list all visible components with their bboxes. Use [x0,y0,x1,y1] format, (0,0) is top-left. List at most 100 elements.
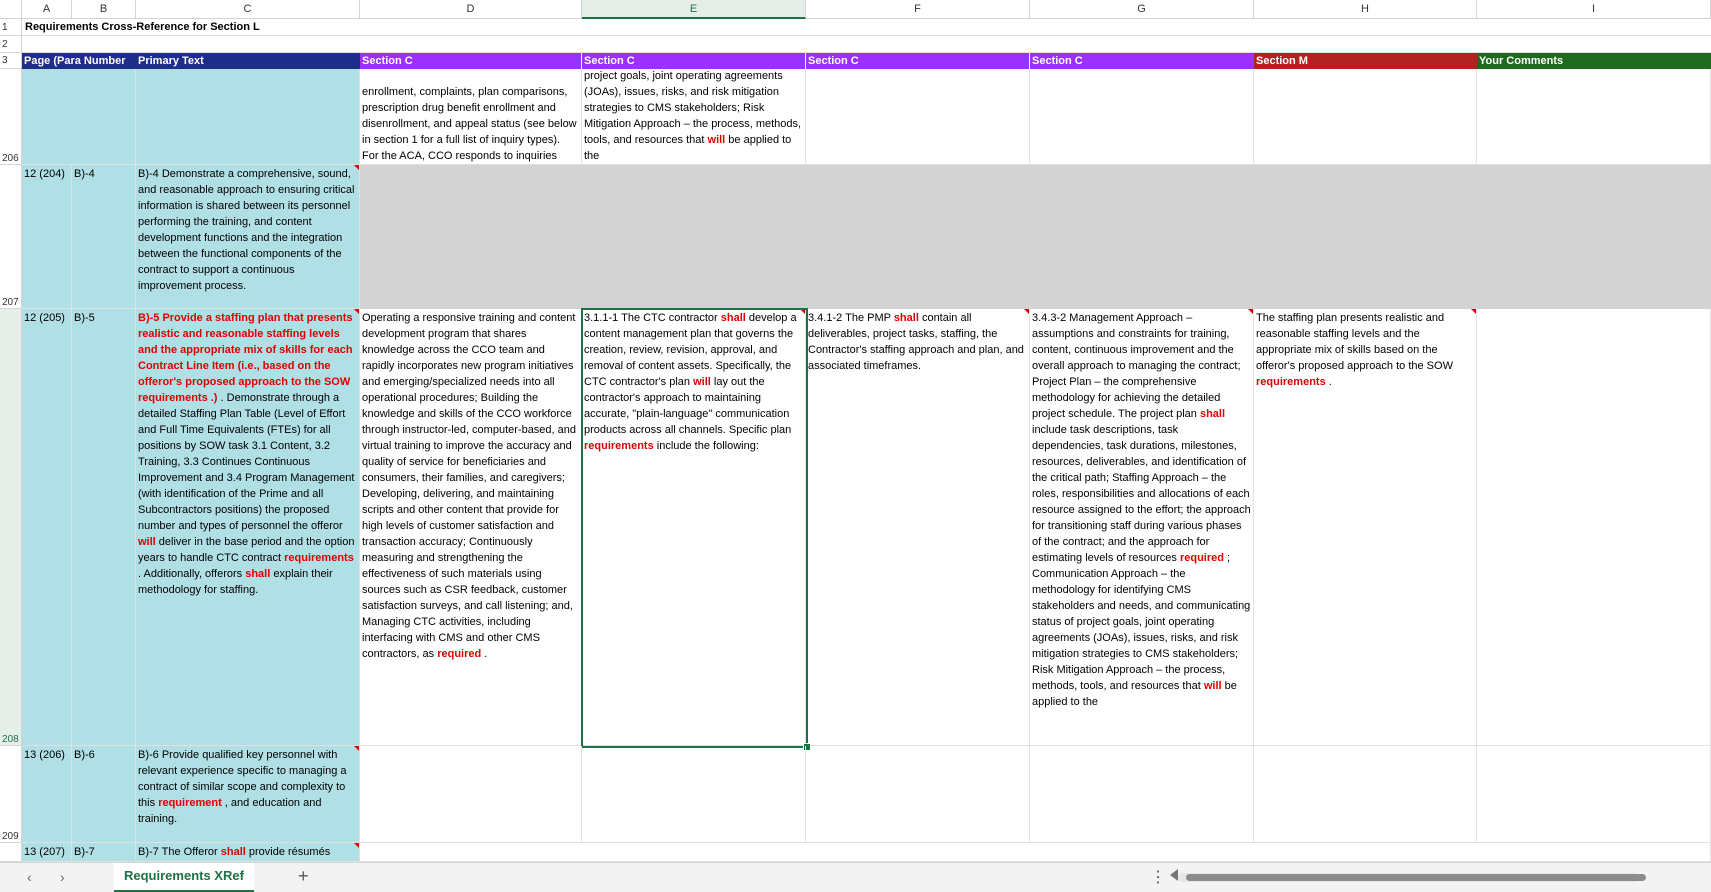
comment-indicator-icon[interactable] [800,309,805,314]
header-page-para-number[interactable]: Page (Para Number [22,53,136,69]
comment-indicator-icon[interactable] [354,746,359,751]
column-header-h[interactable]: H [1254,0,1477,19]
cell-f208[interactable]: 3.4.1-2 The PMP shall contain all delive… [806,309,1030,746]
header-section-c-g[interactable]: Section C [1030,53,1254,69]
text-run: . Demonstrate through a detailed Staffin… [138,392,355,532]
cell-b207[interactable]: B)-4 [72,165,136,309]
comment-indicator-icon[interactable] [354,165,359,170]
header-section-c-f[interactable]: Section C [806,53,1030,69]
row-header-210[interactable] [0,843,22,862]
keyword-will: will [1203,680,1222,692]
cell-h206[interactable] [1254,69,1477,165]
cells-d210-i210[interactable] [360,843,1711,862]
cell-e206[interactable]: project goals, joint operating agreement… [582,69,806,165]
cell-g206[interactable] [1030,69,1254,165]
header-section-c-d[interactable]: Section C [360,53,582,69]
text-run: 3.4.1-2 The PMP [808,312,894,324]
column-header-c[interactable]: C [136,0,360,19]
keyword-required: required [1179,552,1224,564]
cell-h209[interactable] [1254,746,1477,843]
spreadsheet-grid: A B C D E F G H I 1 Requirements Cross-R… [0,0,1711,862]
row-header-207[interactable]: 207 [0,165,22,309]
cells-d207-i207-gray[interactable] [360,165,1711,309]
vertical-dots-icon[interactable]: ⋮ [1150,867,1166,887]
scroll-left-arrow-icon[interactable] [1170,869,1178,881]
cell-c210[interactable]: B)-7 The Offeror shall provide résumés [136,843,360,862]
cell-a209[interactable]: 13 (206) [22,746,72,843]
cell-a210[interactable]: 13 (207) [22,843,72,862]
column-header-g[interactable]: G [1030,0,1254,19]
sheet-title[interactable]: Requirements Cross-Reference for Section… [22,19,1711,36]
cell-g209[interactable] [1030,746,1254,843]
row-header-206[interactable]: 206 [0,69,22,165]
text-run: enrollment, complaints, plan comparisons… [362,86,577,162]
cell-b208[interactable]: B)-5 [72,309,136,746]
column-header-b[interactable]: B [72,0,136,19]
cell-c206[interactable] [136,69,360,165]
cell-e209[interactable] [582,746,806,843]
cell-c208[interactable]: B)-5 Provide a staffing plan that presen… [136,309,360,746]
cell-f209[interactable] [806,746,1030,843]
cell-e208[interactable]: 3.1.1-1 The CTC contractor shall develop… [582,309,806,746]
keyword-shall: shall [893,312,919,324]
cell-d206-text: enrollment, complaints, plan comparisons… [360,83,581,164]
comment-indicator-icon[interactable] [1024,309,1029,314]
text-run: provide résumés [245,846,331,858]
header-primary-text[interactable]: Primary Text [136,53,360,69]
chevron-right-icon[interactable]: › [60,869,65,885]
comment-indicator-icon[interactable] [354,309,359,314]
cell-c207-text: B)-4 Demonstrate a comprehensive, sound,… [138,168,355,292]
cell-f206[interactable] [806,69,1030,165]
row-header-2[interactable]: 2 [0,36,22,53]
cell-h208[interactable]: The staffing plan presents realistic and… [1254,309,1477,746]
row-header-209[interactable]: 209 [0,746,22,843]
text-run: 3.4.3-2 Management Approach – assumption… [1032,312,1241,420]
row-header-208[interactable]: 208 [0,309,22,746]
keyword-will: will [138,536,156,548]
column-header-e[interactable]: E [582,0,806,19]
text-run: include task descriptions, task dependen… [1032,424,1251,564]
row-header-1[interactable]: 1 [0,19,22,36]
scrollbar-thumb[interactable] [1186,874,1646,881]
cell-d206[interactable]: enrollment, complaints, plan comparisons… [360,69,582,165]
cell-i209[interactable] [1477,746,1711,843]
text-run: ; Communication Approach – the methodolo… [1032,552,1251,692]
text-run: . Additionally, offerors [138,568,246,580]
cell-i208[interactable] [1477,309,1711,746]
column-header-f[interactable]: F [806,0,1030,19]
comment-indicator-icon[interactable] [354,843,359,848]
keyword-will: will [707,134,726,146]
header-section-m[interactable]: Section M [1254,53,1477,69]
comment-indicator-icon[interactable] [1471,309,1476,314]
keyword-requirements: requirements [284,552,354,564]
comment-indicator-icon[interactable] [1248,309,1253,314]
select-all-corner[interactable] [0,0,22,19]
cell-d209[interactable] [360,746,582,843]
header-section-c-e[interactable]: Section C [582,53,806,69]
cell-b209[interactable]: B)-6 [72,746,136,843]
cell-d208[interactable]: Operating a responsive training and cont… [360,309,582,746]
keyword-shall: shall [245,568,271,580]
empty-row-2[interactable] [22,36,1711,53]
column-header-a[interactable]: A [22,0,72,19]
chevron-left-icon[interactable]: ‹ [27,869,32,885]
column-header-i[interactable]: I [1477,0,1711,19]
cell-c207[interactable]: B)-4 Demonstrate a comprehensive, sound,… [136,165,360,309]
row-header-3[interactable]: 3 [0,53,22,69]
sheet-tab-requirements-xref[interactable]: Requirements XRef [114,863,254,892]
keyword-will: will [693,376,711,388]
cell-a206[interactable] [22,69,136,165]
cell-b210[interactable]: B)-7 [72,843,136,862]
column-header-d[interactable]: D [360,0,582,19]
text-run: . [481,648,488,660]
plus-icon[interactable]: + [298,866,309,887]
cell-a207[interactable]: 12 (204) [22,165,72,309]
header-your-comments[interactable]: Your Comments [1477,53,1711,69]
text-run: include the following: [653,440,759,452]
horizontal-scrollbar[interactable] [1178,873,1646,882]
text-run: Operating a responsive training and cont… [362,312,577,660]
cell-c209[interactable]: B)-6 Provide qualified key personnel wit… [136,746,360,843]
cell-g208[interactable]: 3.4.3-2 Management Approach – assumption… [1030,309,1254,746]
cell-i206[interactable] [1477,69,1711,165]
cell-a208[interactable]: 12 (205) [22,309,72,746]
